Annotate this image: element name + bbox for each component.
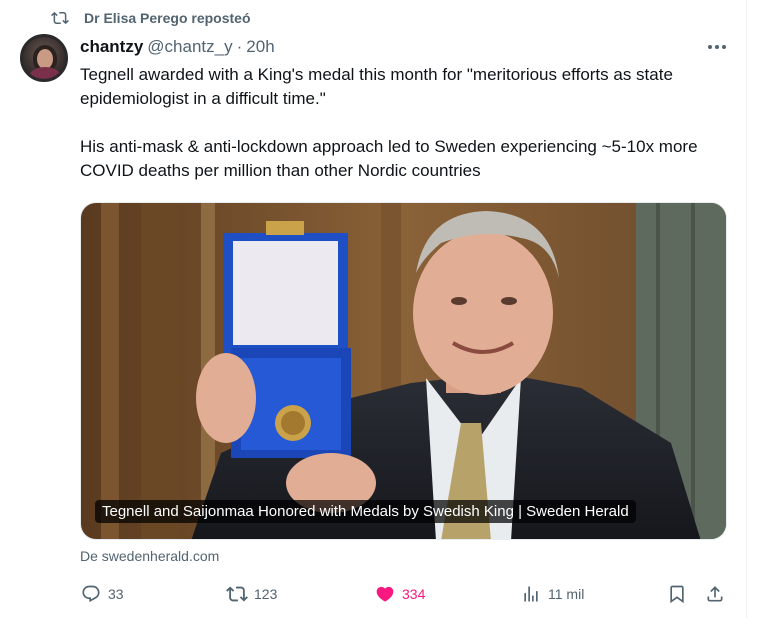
reply-count: 33 xyxy=(108,586,124,602)
timeline-divider xyxy=(746,0,747,618)
views-count: 11 mil xyxy=(548,586,585,602)
action-bar: 33 123 334 11 mil xyxy=(80,582,730,606)
views-icon xyxy=(520,583,542,605)
heart-icon xyxy=(374,583,396,605)
bookmark-button[interactable] xyxy=(666,582,688,606)
more-icon xyxy=(707,37,727,55)
reply-button[interactable]: 33 xyxy=(80,582,124,606)
link-card[interactable]: Tegnell and Saijonmaa Honored with Medal… xyxy=(80,202,727,540)
avatar[interactable] xyxy=(20,34,68,82)
repost-icon xyxy=(226,583,248,605)
bookmark-icon xyxy=(666,583,688,605)
card-source[interactable]: De swedenherald.com xyxy=(80,548,219,564)
repost-count: 123 xyxy=(254,586,278,602)
more-button[interactable] xyxy=(700,36,734,56)
repost-indicator[interactable]: Dr Elisa Perego reposteó xyxy=(50,8,251,28)
share-button[interactable] xyxy=(704,582,726,606)
post-text-paragraph-2: His anti-mask & anti-lockdown approach l… xyxy=(80,137,698,180)
separator-dot: · xyxy=(236,37,243,56)
card-image xyxy=(81,203,726,539)
share-icon xyxy=(704,583,726,605)
author-handle[interactable]: @chantz_y xyxy=(147,37,232,57)
like-button[interactable]: 334 xyxy=(374,582,425,606)
views-button[interactable]: 11 mil xyxy=(520,582,584,606)
post-text: Tegnell awarded with a King's medal this… xyxy=(80,63,730,183)
repost-icon xyxy=(50,8,70,28)
post-text-paragraph-1: Tegnell awarded with a King's medal this… xyxy=(80,65,673,108)
repost-label: Dr Elisa Perego reposteó xyxy=(84,10,251,26)
reply-icon xyxy=(80,583,102,605)
author-name[interactable]: chantzy xyxy=(80,37,143,57)
repost-button[interactable]: 123 xyxy=(226,582,277,606)
card-caption: Tegnell and Saijonmaa Honored with Medal… xyxy=(95,500,636,523)
like-count: 334 xyxy=(402,586,426,602)
post-header: chantzy @chantz_y · 20h xyxy=(80,36,275,58)
post-time[interactable]: 20h xyxy=(246,37,274,57)
